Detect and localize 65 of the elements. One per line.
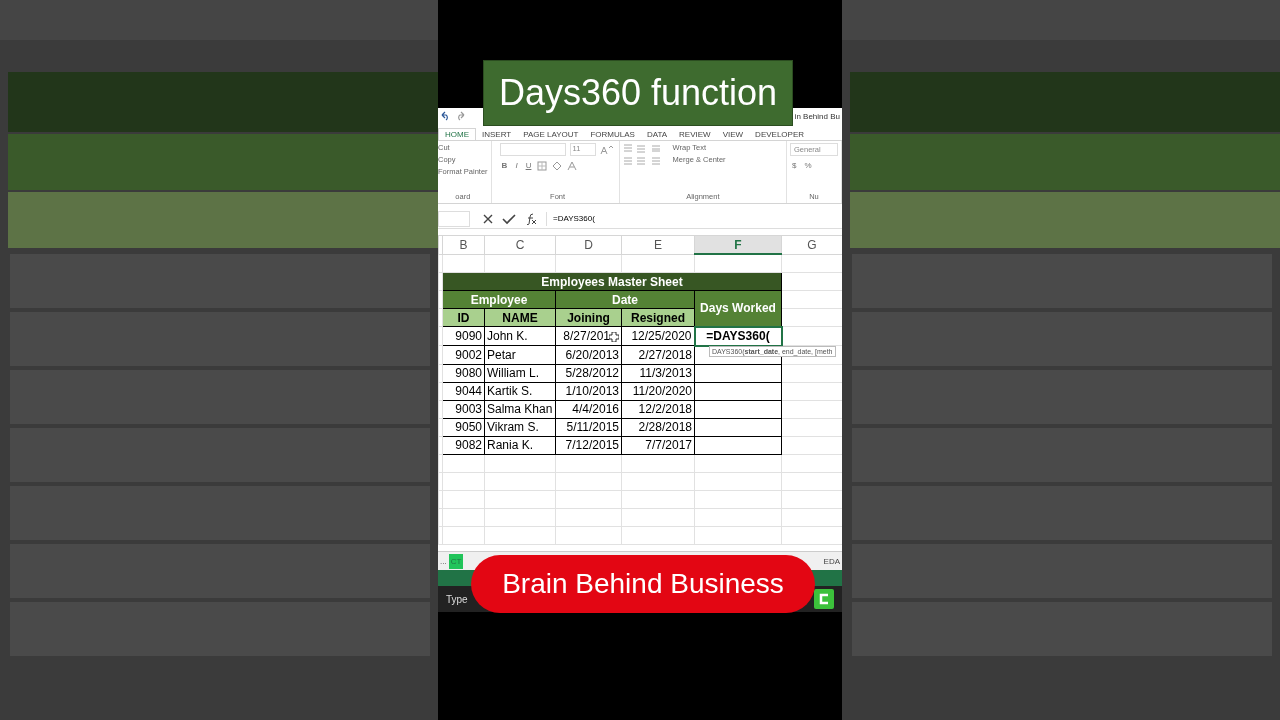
- ribbon-tab[interactable]: PAGE LAYOUT: [517, 129, 585, 140]
- table-cell: 4/4/2016: [572, 402, 619, 416]
- table-cell: 9080: [442, 364, 485, 382]
- font-color-icon: [567, 160, 578, 171]
- channel-banner: Brain Behind Business: [471, 555, 815, 613]
- table-cell: Rania K.: [484, 436, 556, 454]
- table-cell: 12/2/2018: [621, 400, 695, 418]
- column-header[interactable]: E: [621, 235, 695, 254]
- table-cell: 9082: [442, 436, 485, 454]
- table-cell: 8/27/201: [563, 329, 610, 343]
- ribbon-tab[interactable]: INSERT: [476, 129, 518, 140]
- column-header[interactable]: F: [694, 235, 782, 254]
- table-cell: 1/10/2013: [565, 384, 619, 398]
- ribbon-tab[interactable]: DATA: [640, 129, 674, 140]
- column-header[interactable]: D: [555, 235, 622, 254]
- table-cell: John K.: [484, 326, 556, 346]
- table-cell: Salma Khan: [484, 400, 556, 418]
- table-cell: William L.: [484, 364, 556, 382]
- ribbon-tab[interactable]: VIEW: [716, 129, 750, 140]
- format-button[interactable]: B: [499, 159, 510, 172]
- ribbon-tab[interactable]: FORMULAS: [584, 129, 641, 140]
- cancel-icon: [482, 213, 494, 225]
- table-cell: 7/12/2015: [565, 438, 619, 452]
- window-title: in Behind Bu: [794, 111, 840, 121]
- table-cell: 2/27/2018: [621, 345, 695, 364]
- table-header: Days Worked: [694, 290, 782, 327]
- function-icon: [524, 213, 538, 225]
- table-cell: 6/20/2013: [565, 347, 619, 362]
- column-header[interactable]: B: [442, 235, 485, 254]
- sheet-tab[interactable]: ...: [438, 553, 449, 569]
- format-button[interactable]: U: [523, 159, 534, 172]
- ribbon-tab[interactable]: REVIEW: [673, 129, 717, 140]
- app-icon[interactable]: [814, 589, 834, 609]
- table-cell: 9003: [442, 400, 485, 418]
- table-cell: 9050: [442, 418, 485, 436]
- number-format-button[interactable]: $: [790, 159, 799, 172]
- borders-icon: [537, 160, 548, 171]
- table-cell: 11/3/2013: [621, 364, 695, 382]
- ribbon-tab[interactable]: HOME: [438, 128, 476, 140]
- check-icon: [502, 213, 516, 225]
- video-title: Days360 function: [483, 60, 793, 126]
- cursor-icon: [609, 331, 619, 342]
- table-cell: 9002: [442, 345, 485, 364]
- table-cell: Kartik S.: [484, 382, 556, 400]
- font-name-field[interactable]: [499, 143, 566, 156]
- ribbon-tab[interactable]: DEVELOPER: [749, 129, 810, 140]
- table-cell: Petar: [484, 345, 556, 364]
- sheet-tab[interactable]: EDA: [821, 553, 842, 569]
- column-header[interactable]: C: [484, 235, 556, 254]
- table-cell: 11/20/2020: [621, 382, 695, 400]
- table-cell: 9090: [442, 326, 485, 346]
- taskbar-search[interactable]: Type: [446, 593, 468, 605]
- undo-icon: [440, 111, 450, 121]
- table-cell: 9044: [442, 382, 485, 400]
- redo-icon: [456, 111, 466, 121]
- table-cell: 5/11/2015: [566, 420, 619, 434]
- grow-font-icon: [599, 144, 616, 155]
- format-button[interactable]: I: [513, 159, 520, 172]
- table-cell: 2/28/2018: [621, 418, 695, 436]
- name-box[interactable]: [438, 211, 470, 227]
- table-cell: 7/7/2017: [621, 436, 695, 454]
- table-cell: Vikram S.: [484, 418, 556, 436]
- column-header[interactable]: G: [781, 235, 842, 254]
- table-cell: 5/28/2012: [565, 366, 619, 380]
- number-format-button[interactable]: %: [802, 159, 814, 172]
